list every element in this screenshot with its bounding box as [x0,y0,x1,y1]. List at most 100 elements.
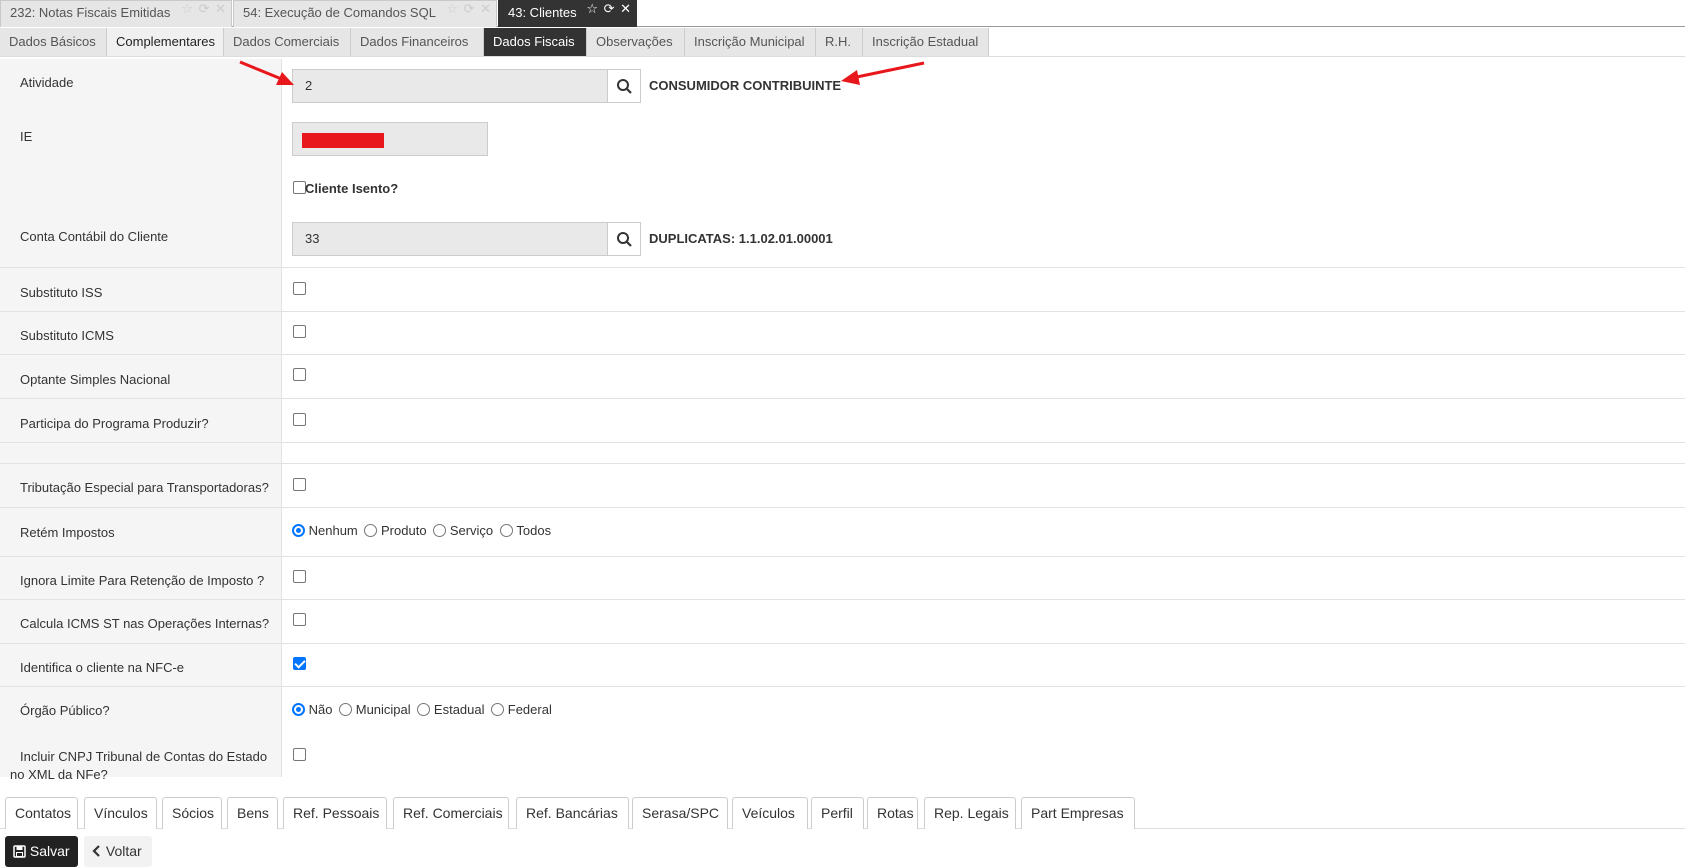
group-atividade-ie: Atividade 2 CONSUMIDOR CONTRIBUINTE IE C… [0,59,1685,267]
tab-ref-pessoais[interactable]: Ref. Pessoais [283,797,387,829]
retem-todos-label: Todos [516,523,552,539]
atividade-input[interactable]: 2 [292,69,608,103]
row-incluir-cnpj: Incluir CNPJ Tribunal de Contas do Estad… [0,735,1685,782]
atividade-description: CONSUMIDOR CONTRIBUINTE [649,78,842,93]
retem-impostos-label: Retém Impostos [20,525,115,540]
calcula-icms-st-label: Calcula ICMS ST nas Operações Internas? [20,616,270,631]
substituto-iss-checkbox[interactable] [293,282,306,295]
window-tab-label: 43: Clientes [508,5,577,20]
row-substituto-icms: Substituto ICMS [0,311,1685,354]
cliente-isento-label: Cliente Isento? [305,181,399,196]
bottom-tab-bar: Contatos Vínculos Sócios Bens Ref. Pesso… [0,792,1685,829]
tab-contatos[interactable]: Contatos [5,797,78,829]
tab-socios[interactable]: Sócios [162,797,222,829]
retem-todos-radio[interactable] [499,524,513,538]
tributacao-transportadoras-label: Tributação Especial para Transportadoras… [20,480,269,495]
tab-perfil[interactable]: Perfil [811,797,864,829]
conta-contabil-search-button[interactable] [607,222,641,256]
substituto-iss-label: Substituto ISS [20,285,103,300]
row-ignora-limite: Ignora Limite Para Retenção de Imposto ? [0,556,1685,599]
tab-ref-bancarias[interactable]: Ref. Bancárias [516,797,629,829]
row-empty [0,442,1685,463]
row-identifica-nfce: Identifica o cliente na NFC-e [0,643,1685,686]
retem-produto-radio[interactable] [364,524,378,538]
tab-dados-financeiros[interactable]: Dados Financeiros [351,28,484,56]
retem-servico-radio[interactable] [433,524,447,538]
tab-part-empresas[interactable]: Part Empresas [1021,797,1135,829]
tab-vinculos[interactable]: Vínculos [84,797,157,829]
tab-veiculos[interactable]: Veículos [732,797,808,829]
optante-simples-label: Optante Simples Nacional [20,372,171,387]
tab-observacoes[interactable]: Observações [587,28,685,56]
tab-rep-legais[interactable]: Rep. Legais [924,797,1016,829]
search-icon [617,232,632,247]
orgao-municipal-radio[interactable] [339,703,353,717]
tab-serasa-spc[interactable]: Serasa/SPC [632,797,728,829]
retem-produto-label: Produto [381,523,427,539]
window-tab-bar: 232: Notas Fiscais Emitidas ☆ ⟳ ✕ 54: Ex… [0,0,1685,27]
tab-rotas[interactable]: Rotas [867,797,918,829]
tributacao-transportadoras-checkbox[interactable] [293,478,306,491]
row-orgao-publico: Órgão Público? Não Municipal Estadual Fe… [0,686,1685,735]
tab-controls-icon[interactable]: ☆ ⟳ ✕ [586,1,632,17]
chevron-left-icon [92,845,100,857]
window-tab-notas-fiscais[interactable]: 232: Notas Fiscais Emitidas ☆ ⟳ ✕ [0,0,232,27]
redacted-mark [302,133,384,148]
atividade-search-button[interactable] [607,69,641,103]
search-icon [617,79,632,94]
save-button-label: Salvar [29,843,70,859]
tab-dados-comerciais[interactable]: Dados Comerciais [224,28,351,56]
save-button[interactable]: Salvar [5,836,78,867]
orgao-municipal-label: Municipal [355,702,411,718]
window-tab-label: 232: Notas Fiscais Emitidas [10,5,171,20]
retem-impostos-radio-group: Nenhum Produto Serviço Todos [292,522,554,538]
identifica-nfce-label: Identifica o cliente na NFC-e [20,660,185,675]
tab-controls-icon[interactable]: ☆ ⟳ ✕ [446,1,492,17]
window-tab-comandos-sql[interactable]: 54: Execução de Comandos SQL ☆ ⟳ ✕ [233,0,497,27]
tab-controls-icon[interactable]: ☆ ⟳ ✕ [181,1,227,17]
retem-nenhum-radio[interactable] [292,524,305,538]
tab-ref-comerciais[interactable]: Ref. Comerciais [393,797,509,829]
tab-rh[interactable]: R.H. [816,28,863,56]
ignora-limite-checkbox[interactable] [293,570,306,583]
conta-contabil-input[interactable]: 33 [292,222,608,256]
annotation-arrow-icon [239,60,294,85]
orgao-estadual-radio[interactable] [417,703,431,717]
orgao-publico-label: Órgão Público? [20,703,110,718]
back-button[interactable]: Voltar [84,836,152,867]
orgao-federal-label: Federal [507,702,552,718]
save-icon [13,845,26,858]
conta-contabil-description: DUPLICATAS: 1.1.02.01.00001 [649,231,833,246]
substituto-icms-checkbox[interactable] [293,325,306,338]
orgao-federal-radio[interactable] [491,703,505,717]
incluir-cnpj-label: Incluir CNPJ Tribunal de Contas do Estad… [20,749,268,764]
row-calcula-icms-st: Calcula ICMS ST nas Operações Internas? [0,599,1685,643]
optante-simples-checkbox[interactable] [293,368,306,381]
row-retem-impostos: Retém Impostos Nenhum Produto Serviço To… [0,507,1685,556]
programa-produzir-checkbox[interactable] [293,413,306,426]
incluir-cnpj-checkbox[interactable] [293,748,306,761]
incluir-cnpj-label-line2: no XML da NFe? [10,767,108,782]
row-programa-produzir: Participa do Programa Produzir? [0,398,1685,442]
orgao-nao-label: Não [308,702,333,718]
window-tab-clientes[interactable]: 43: Clientes ☆ ⟳ ✕ [498,0,637,27]
identifica-nfce-checkbox[interactable] [293,657,306,670]
orgao-nao-radio[interactable] [292,703,305,717]
row-optante-simples: Optante Simples Nacional [0,354,1685,398]
window-tab-label: 54: Execução de Comandos SQL [243,5,436,20]
form-tab-bar: Dados Básicos Complementares Dados Comer… [0,28,1685,57]
orgao-publico-radio-group: Não Municipal Estadual Federal [292,701,555,717]
tab-inscricao-estadual[interactable]: Inscrição Estadual [863,28,989,56]
tab-dados-fiscais[interactable]: Dados Fiscais [484,28,587,56]
tab-complementares[interactable]: Complementares [107,28,224,56]
tab-inscricao-municipal[interactable]: Inscrição Municipal [685,28,816,56]
retem-servico-label: Serviço [449,523,494,539]
tab-dados-basicos[interactable]: Dados Básicos [0,28,107,56]
orgao-estadual-label: Estadual [433,702,485,718]
tab-bens[interactable]: Bens [227,797,278,829]
calcula-icms-st-checkbox[interactable] [293,613,306,626]
atividade-label: Atividade [20,75,74,90]
row-substituto-iss: Substituto ISS [0,267,1685,311]
back-button-label: Voltar [105,843,142,859]
row-tributacao-transportadoras: Tributação Especial para Transportadoras… [0,463,1685,507]
